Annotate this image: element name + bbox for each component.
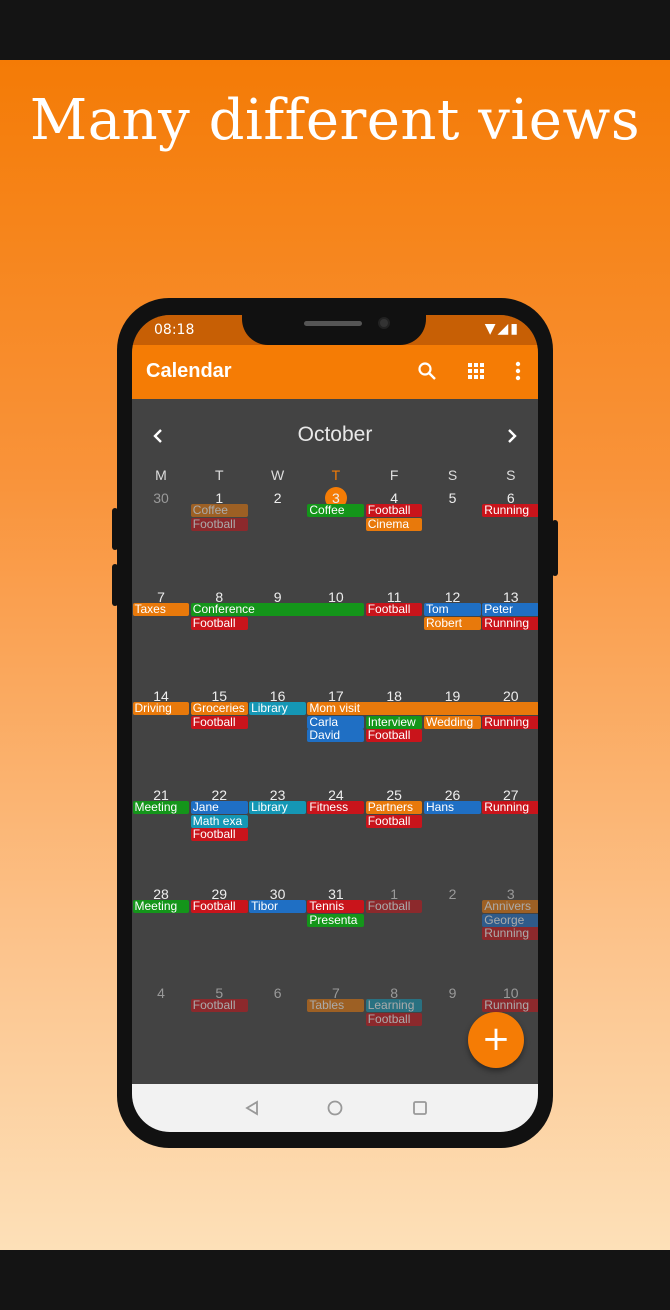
phone-frame: 08:18 ▼◢▮ Calendar October M T W T F S S… xyxy=(112,298,558,1148)
event-chip[interactable]: Running xyxy=(482,715,538,729)
event-chip[interactable]: Carla xyxy=(307,715,365,729)
event-chip[interactable]: Groceries xyxy=(190,702,248,715)
event-chip[interactable]: Cinema xyxy=(365,517,423,531)
event-chip[interactable]: Tennis xyxy=(307,900,365,913)
back-icon[interactable] xyxy=(242,1098,262,1118)
event-chip[interactable]: Running xyxy=(482,927,538,941)
day-number[interactable]: 9 xyxy=(424,985,482,1001)
signal-icon: ◢ xyxy=(497,321,511,337)
weekday-label: S xyxy=(506,467,516,483)
event-chip[interactable]: Presenta xyxy=(307,913,365,927)
weekday-label: F xyxy=(389,467,399,483)
day-number[interactable]: 30 xyxy=(132,490,190,506)
event-chip[interactable]: Running xyxy=(482,801,538,814)
status-time: 08:18 xyxy=(154,322,195,338)
event-chip[interactable]: Annivers xyxy=(482,900,538,913)
grid-icon[interactable] xyxy=(461,356,491,386)
event-chip[interactable]: Library xyxy=(249,801,306,814)
event-chip[interactable]: Football xyxy=(190,999,248,1012)
speaker-grille xyxy=(304,321,362,326)
event-chip[interactable]: Mom visit xyxy=(307,702,538,715)
event-chip[interactable]: Conference xyxy=(190,603,365,616)
event-chip[interactable]: Interview xyxy=(365,715,423,729)
more-vert-icon[interactable] xyxy=(503,356,533,386)
weekday-label: T xyxy=(215,467,224,483)
event-chip[interactable]: Football xyxy=(365,900,423,913)
event-chip[interactable]: Learning xyxy=(365,999,423,1012)
camera-notch xyxy=(242,315,426,345)
event-chip[interactable]: Tom xyxy=(424,603,481,616)
status-bar: 08:18 ▼◢▮ xyxy=(132,315,538,345)
event-chip[interactable]: Fitness xyxy=(307,801,365,814)
event-chip[interactable]: Football xyxy=(190,715,248,729)
event-chip[interactable]: Football xyxy=(365,729,423,743)
weekday-label: M xyxy=(155,467,167,483)
top-black-band xyxy=(0,0,670,60)
volume-down-button xyxy=(112,564,118,606)
day-number[interactable]: 2 xyxy=(249,490,307,506)
event-chip[interactable]: Tibor xyxy=(249,900,306,913)
event-chip[interactable]: Football xyxy=(365,603,423,616)
event-chip[interactable]: Partners xyxy=(365,801,423,814)
event-chip[interactable]: Math exa xyxy=(190,814,248,828)
event-chip[interactable]: Hans xyxy=(424,801,481,814)
add-event-button[interactable]: + xyxy=(468,1012,524,1068)
volume-up-button xyxy=(112,508,118,550)
day-number[interactable]: 6 xyxy=(249,985,307,1001)
event-chip[interactable]: Football xyxy=(365,1012,423,1026)
event-chip[interactable]: Football xyxy=(190,517,248,531)
month-label[interactable]: October xyxy=(132,423,538,447)
system-navigation-bar xyxy=(132,1084,538,1132)
event-chip[interactable]: Football xyxy=(190,616,248,630)
day-number[interactable]: 4 xyxy=(132,985,190,1001)
event-chip[interactable]: Meeting xyxy=(132,801,190,814)
event-chip[interactable]: Football xyxy=(190,900,248,913)
recents-icon[interactable] xyxy=(410,1098,430,1118)
power-button xyxy=(552,520,558,576)
wifi-icon: ▼ xyxy=(484,321,498,337)
event-chip[interactable]: Football xyxy=(190,828,248,842)
event-chip[interactable]: Taxes xyxy=(132,603,190,616)
system-icons: ▼◢▮ xyxy=(485,321,520,337)
day-number[interactable]: 2 xyxy=(424,886,482,902)
event-chip[interactable]: Tables xyxy=(307,999,365,1012)
event-chip[interactable]: Coffee xyxy=(307,504,365,517)
event-chip[interactable]: Robert xyxy=(424,616,481,630)
bottom-black-band xyxy=(0,1250,670,1310)
battery-icon: ▮ xyxy=(510,321,520,337)
event-chip[interactable]: George xyxy=(482,913,538,927)
month-navigator: October xyxy=(132,415,538,455)
event-chip[interactable]: David xyxy=(307,729,365,743)
chevron-right-icon[interactable] xyxy=(497,421,527,451)
event-chip[interactable]: Coffee xyxy=(190,504,248,517)
day-number[interactable]: 5 xyxy=(424,490,482,506)
event-chip[interactable]: Football xyxy=(365,504,423,517)
weekday-label: S xyxy=(447,467,458,483)
weekday-label: T xyxy=(331,467,341,483)
front-camera xyxy=(378,317,390,329)
weekday-label: W xyxy=(270,467,285,483)
event-chip[interactable]: Running xyxy=(482,999,538,1012)
event-chip[interactable]: Wedding xyxy=(424,715,481,729)
event-chip[interactable]: Library xyxy=(249,702,306,715)
event-chip[interactable]: Jane xyxy=(190,801,248,814)
event-chip[interactable]: Running xyxy=(482,616,538,630)
event-chip[interactable]: Peter xyxy=(482,603,538,616)
phone-screen: 08:18 ▼◢▮ Calendar October M T W T F S S… xyxy=(132,315,538,1132)
promo-headline: Many different views xyxy=(29,88,641,153)
event-chip[interactable]: Meeting xyxy=(132,900,190,913)
home-icon[interactable] xyxy=(325,1098,345,1118)
event-chip[interactable]: Running xyxy=(482,504,538,517)
search-icon[interactable] xyxy=(412,356,442,386)
app-toolbar: Calendar xyxy=(132,345,538,399)
app-title: Calendar xyxy=(146,360,232,382)
event-chip[interactable]: Driving xyxy=(132,702,190,715)
event-chip[interactable]: Football xyxy=(365,814,423,828)
